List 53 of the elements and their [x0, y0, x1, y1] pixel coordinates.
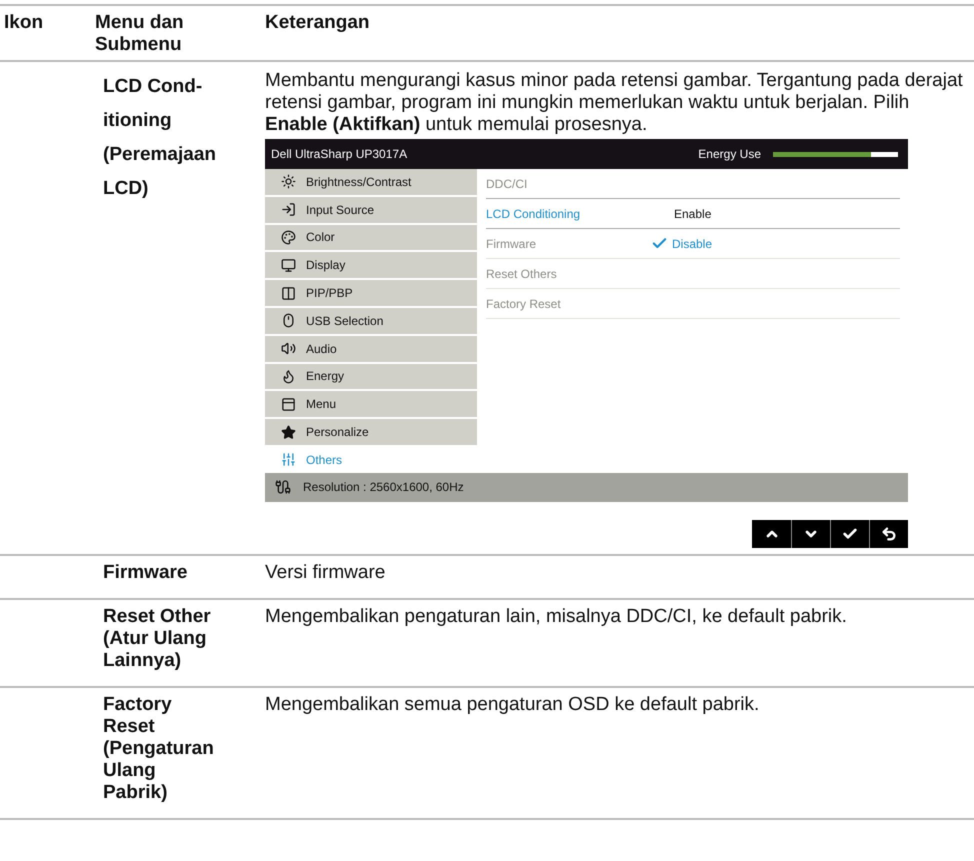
- confirm-button[interactable]: [830, 520, 869, 548]
- osd-menu-item[interactable]: PIP/PBP: [265, 280, 477, 306]
- resolution-text: Resolution : 2560x1600, 60Hz: [303, 480, 464, 494]
- menu-name: Reset: [102, 716, 156, 738]
- mouse-icon: [281, 313, 296, 328]
- sliders-icon: [281, 452, 296, 468]
- menu-name: (Pengaturan: [102, 738, 215, 760]
- sun-icon: [281, 174, 296, 190]
- input-icon: [281, 202, 296, 218]
- menu-name: LCD): [102, 177, 150, 201]
- description: Mengembalikan semua pengaturan OSD ke default pabrik.: [265, 694, 760, 716]
- osd-menu-item[interactable]: Color: [265, 224, 477, 250]
- speaker-icon: [281, 341, 296, 356]
- osd-menu-item[interactable]: Display: [265, 252, 477, 278]
- osd-menu-item[interactable]: Energy: [265, 364, 477, 390]
- description: Versi firmware: [265, 562, 386, 584]
- menu-name: Factory: [102, 694, 173, 716]
- monitor-icon: [281, 258, 296, 273]
- osd-menu-item[interactable]: Input Source: [265, 196, 477, 223]
- back-button[interactable]: [869, 520, 908, 548]
- osd-menu-item[interactable]: Audio: [265, 336, 477, 362]
- menu-name: (Atur Ulang: [102, 628, 208, 650]
- menu-name: Pabrik): [102, 782, 168, 804]
- description: Mengembalikan pengaturan lain, misalnya DDC/CI, ke default pabrik.: [265, 606, 848, 628]
- column-header: Ikon: [3, 12, 44, 35]
- osd-menu-item[interactable]: Menu: [265, 391, 477, 418]
- osd-menu-item[interactable]: Brightness/Contrast: [265, 169, 477, 195]
- osd-menu-item[interactable]: USB Selection: [265, 308, 477, 334]
- osd-title: Dell UltraSharp UP3017A: [271, 147, 408, 161]
- menu-name: LCD Cond-: [102, 75, 204, 99]
- palette-icon: [281, 230, 296, 245]
- back-icon: [881, 526, 897, 542]
- down-button[interactable]: [791, 520, 830, 548]
- menu-name: itioning: [102, 109, 173, 133]
- osd-option[interactable]: Enable: [651, 206, 712, 220]
- star-icon: [281, 424, 296, 440]
- columns-icon: [281, 286, 296, 301]
- menu-name: Reset Other: [102, 606, 212, 628]
- column-header: Menu dan Submenu: [95, 12, 185, 56]
- osd-submenu-item[interactable]: LCD Conditioning: [486, 206, 651, 220]
- up-button[interactable]: [752, 520, 791, 548]
- menu-name: Lainnya): [102, 650, 182, 672]
- menu-name: Firmware: [102, 562, 188, 584]
- connector-icon: [275, 479, 291, 496]
- menu-name: (Peremajaan: [102, 143, 218, 167]
- column-header: Keterangan: [265, 12, 371, 35]
- flame-icon: [281, 368, 296, 384]
- window-icon: [281, 396, 296, 412]
- osd-option[interactable]: Disable: [651, 235, 712, 252]
- description: Membantu mengurangi kasus minor pada retensi gambar. Tergantung pada derajat retensi gambar, program ini mungkin memerlukan waktu untuk berjalan. Pilih Enable (Aktifkan) untuk memulai prosesnya.: [265, 70, 964, 136]
- energy-label: Energy Use: [698, 147, 761, 161]
- osd-menu-item[interactable]: Personalize: [265, 419, 477, 445]
- menu-name: Ulang: [102, 760, 157, 782]
